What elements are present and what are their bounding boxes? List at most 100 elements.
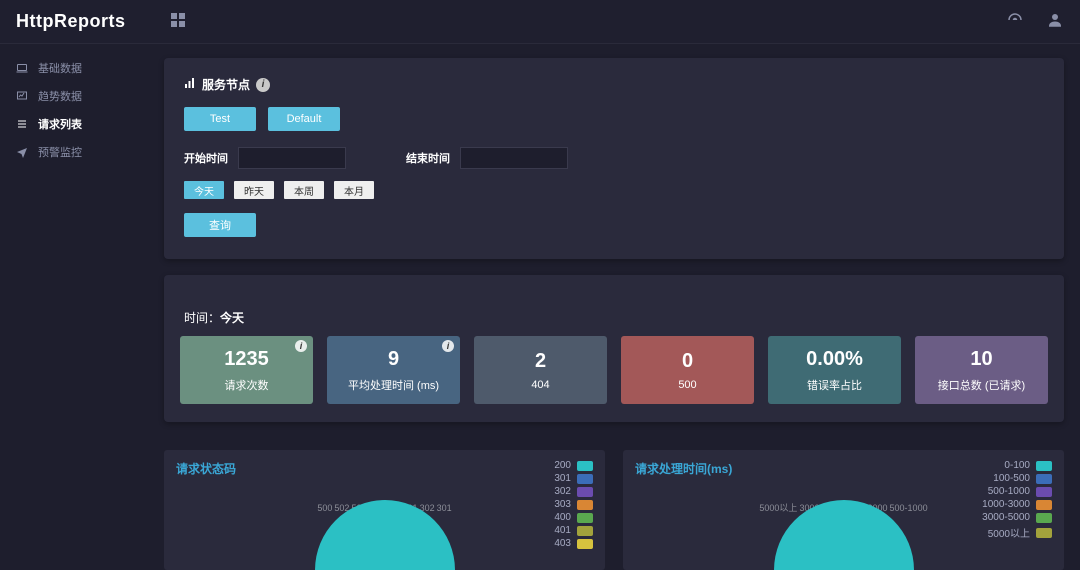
chart-response-time: 请求处理时间(ms) 0-100100-500500-10001000-3000… — [623, 450, 1064, 570]
stat-box[interactable]: i 1235 请求次数 — [180, 336, 313, 404]
legend-label: 0-100 — [1004, 460, 1030, 471]
query-button[interactable]: 查询 — [184, 213, 256, 237]
legend-swatch — [1036, 487, 1052, 497]
legend-item[interactable]: 403 — [554, 538, 593, 549]
legend-item[interactable]: 301 — [554, 473, 593, 484]
sidebar-item-trend[interactable]: 趋势数据 — [0, 82, 150, 110]
time-value: 今天 — [220, 311, 244, 325]
legend-swatch — [1036, 500, 1052, 510]
info-icon[interactable]: i — [256, 78, 270, 92]
stat-box[interactable]: 0.00% 错误率占比 — [768, 336, 901, 404]
user-icon[interactable] — [1046, 11, 1064, 32]
range-today[interactable]: 今天 — [184, 181, 224, 199]
chart-icon — [14, 90, 30, 102]
stat-label: 平均处理时间 (ms) — [348, 377, 439, 393]
filter-card: 服务节点 i Test Default 开始时间 结束时间 今天 昨天 本周 本… — [164, 58, 1064, 259]
pie-chart — [774, 500, 914, 570]
stat-value: 10 — [970, 348, 992, 371]
stat-label: 请求次数 — [225, 377, 269, 393]
start-date-field: 开始时间 — [184, 147, 346, 169]
signal-icon — [184, 77, 196, 92]
legend-swatch — [577, 539, 593, 549]
charts-row: 请求状态码 200301302303400401403 500502503404… — [164, 450, 1064, 570]
sidebar-item-basic[interactable]: 基础数据 — [0, 54, 150, 82]
time-prefix: 时间： — [184, 311, 220, 325]
topbar: HttpReports — [0, 0, 1080, 44]
sidebar: 基础数据 趋势数据 请求列表 预警监控 — [0, 44, 150, 517]
node-button-default[interactable]: Default — [268, 107, 340, 131]
start-date-label: 开始时间 — [184, 150, 228, 166]
end-date-input[interactable] — [460, 147, 568, 169]
stat-label: 接口总数 (已请求) — [938, 377, 1025, 393]
sidebar-item-label: 基础数据 — [38, 60, 82, 76]
chart-legend: 0-100 100-500 500-1000 1000-3000 3000-5000 50… — [982, 460, 1052, 540]
chart-status-code: 请求状态码 200301302303400401403 500502503404… — [164, 450, 605, 570]
brand-title: HttpReports — [16, 11, 126, 32]
end-date-label: 结束时间 — [406, 150, 450, 166]
legend-item[interactable]: 100-500 — [982, 473, 1052, 484]
legend-swatch — [577, 474, 593, 484]
stat-value: 1235 — [224, 348, 269, 371]
stat-box[interactable]: 0500 — [621, 336, 754, 404]
end-date-field: 结束时间 — [406, 147, 568, 169]
apps-icon[interactable] — [170, 12, 186, 31]
stat-label: 错误率占比 — [807, 377, 862, 393]
stat-value: 0.00% — [806, 348, 863, 371]
stat-value: 0 — [682, 350, 693, 373]
legend-item[interactable]: 401 — [554, 525, 593, 536]
sidebar-item-label: 趋势数据 — [38, 88, 82, 104]
node-button-test[interactable]: Test — [184, 107, 256, 131]
chart-title: 请求状态码 — [176, 460, 593, 477]
legend-label: 302 — [554, 486, 571, 497]
legend-label: 303 — [554, 499, 571, 510]
legend-item[interactable]: 200 — [554, 460, 593, 471]
chart-legend: 200 301 302 303 400 401 403 — [554, 460, 593, 549]
legend-item[interactable]: 400 — [554, 512, 593, 523]
stats-card: 时间：今天 i1235请求次数i9平均处理时间 (ms)240405000.00… — [164, 275, 1064, 422]
section-title: 服务节点 i — [184, 76, 1044, 93]
legend-label: 200 — [554, 460, 571, 471]
section-title-text: 服务节点 — [202, 76, 250, 93]
legend-label: 400 — [554, 512, 571, 523]
legend-item[interactable]: 302 — [554, 486, 593, 497]
legend-label: 301 — [554, 473, 571, 484]
info-icon[interactable]: i — [442, 340, 454, 352]
legend-label: 5000以上 — [988, 525, 1030, 540]
plane-icon — [14, 146, 30, 158]
stat-box[interactable]: 10 接口总数 (已请求) — [915, 336, 1048, 404]
sidebar-item-requests[interactable]: 请求列表 — [0, 110, 150, 138]
pie-chart — [315, 500, 455, 570]
stat-box[interactable]: 2404 — [474, 336, 607, 404]
legend-label: 403 — [554, 538, 571, 549]
info-icon[interactable]: i — [295, 340, 307, 352]
sidebar-item-alert[interactable]: 预警监控 — [0, 138, 150, 166]
range-week[interactable]: 本周 — [284, 181, 324, 199]
legend-swatch — [577, 513, 593, 523]
range-row: 今天 昨天 本周 本月 — [184, 181, 1044, 199]
legend-item[interactable]: 0-100 — [982, 460, 1052, 471]
legend-item[interactable]: 5000以上 — [982, 525, 1052, 540]
stat-value: 2 — [535, 350, 546, 373]
legend-item[interactable]: 303 — [554, 499, 593, 510]
legend-label: 401 — [554, 525, 571, 536]
legend-swatch — [577, 461, 593, 471]
stats-row: i 1235 请求次数 i 9 平均处理时间 (ms) 24040500 0.00% 错误率占比… — [180, 336, 1048, 404]
legend-label: 100-500 — [993, 473, 1030, 484]
legend-item[interactable]: 1000-3000 — [982, 499, 1052, 510]
range-yesterday[interactable]: 昨天 — [234, 181, 274, 199]
stat-value: 9 — [388, 348, 399, 371]
range-month[interactable]: 本月 — [334, 181, 374, 199]
node-buttons: Test Default — [184, 107, 1044, 131]
start-date-input[interactable] — [238, 147, 346, 169]
legend-item[interactable]: 3000-5000 — [982, 512, 1052, 523]
laptop-icon — [14, 62, 30, 74]
legend-label: 3000-5000 — [982, 512, 1030, 523]
main-content: 服务节点 i Test Default 开始时间 结束时间 今天 昨天 本周 本… — [150, 44, 1080, 570]
legend-swatch — [577, 526, 593, 536]
dashboard-icon[interactable] — [1006, 11, 1024, 32]
legend-label: 1000-3000 — [982, 499, 1030, 510]
stat-box[interactable]: i 9 平均处理时间 (ms) — [327, 336, 460, 404]
legend-swatch — [1036, 513, 1052, 523]
legend-item[interactable]: 500-1000 — [982, 486, 1052, 497]
list-icon — [14, 118, 30, 130]
